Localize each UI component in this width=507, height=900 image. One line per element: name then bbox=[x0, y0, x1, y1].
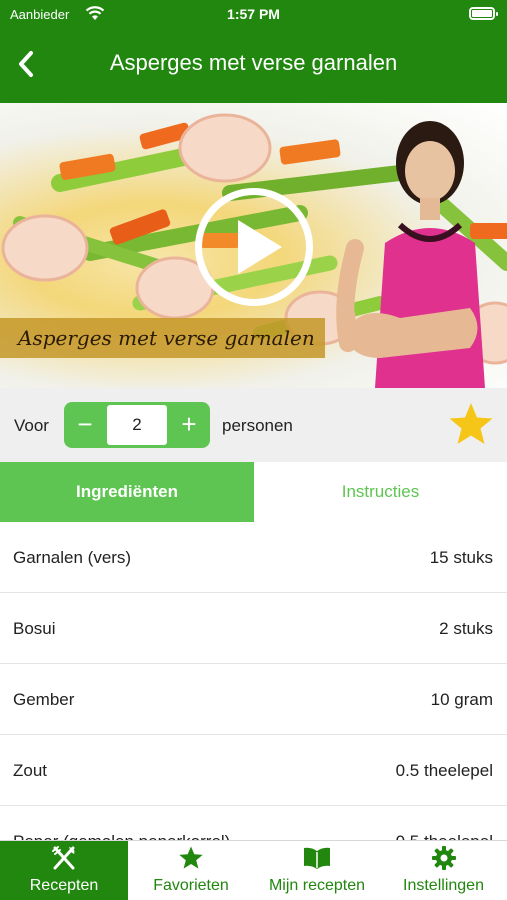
tabbar-label: Recepten bbox=[29, 877, 99, 894]
status-bar: Aanbieder 1:57 PM bbox=[0, 0, 507, 30]
play-icon bbox=[238, 220, 282, 274]
video-caption: Asperges met verse garnalen bbox=[0, 318, 325, 358]
tabbar-item-instellingen[interactable]: Instellingen bbox=[380, 841, 507, 900]
recipe-video-thumbnail[interactable]: Asperges met verse garnalen bbox=[0, 103, 507, 388]
tabbar-item-recepten[interactable]: Recepten bbox=[0, 841, 128, 900]
play-button[interactable] bbox=[195, 188, 313, 306]
servings-suffix: personen bbox=[222, 416, 293, 435]
ingredient-quantity: 0.5 theelepel bbox=[396, 832, 493, 840]
status-time: 1:57 PM bbox=[227, 6, 280, 22]
list-item: Garnalen (vers) 15 stuks bbox=[0, 522, 507, 593]
favorite-star-icon[interactable] bbox=[447, 400, 495, 448]
list-item: Zout 0.5 theelepel bbox=[0, 735, 507, 806]
fork-knife-icon bbox=[52, 846, 75, 870]
bottom-tab-bar: Recepten Favorieten Mijn recepten Instel… bbox=[0, 840, 507, 900]
ingredient-quantity: 10 gram bbox=[430, 690, 493, 709]
tab-ingredients[interactable]: Ingrediënten bbox=[0, 462, 254, 522]
navigation-bar: Asperges met verse garnalen bbox=[0, 30, 507, 103]
decrease-servings-button[interactable]: − bbox=[64, 402, 106, 448]
ingredient-name: Zout bbox=[13, 761, 48, 780]
ingredient-list[interactable]: Garnalen (vers) 15 stuks Bosui 2 stuks G… bbox=[0, 522, 507, 840]
page-title: Asperges met verse garnalen bbox=[109, 50, 398, 75]
star-icon bbox=[179, 846, 203, 869]
tabbar-item-mijn-recepten[interactable]: Mijn recepten bbox=[254, 841, 380, 900]
tabbar-label: Instellingen bbox=[403, 877, 484, 894]
servings-prefix: Voor bbox=[14, 416, 49, 435]
back-button[interactable] bbox=[10, 48, 42, 80]
ingredient-quantity: 0.5 theelepel bbox=[395, 761, 493, 780]
tabbar-item-favorieten[interactable]: Favorieten bbox=[128, 841, 254, 900]
servings-row: Voor − 2 + personen bbox=[0, 388, 507, 462]
gear-icon bbox=[431, 846, 456, 870]
tabbar-label: Mijn recepten bbox=[268, 877, 366, 894]
recipe-tabs: Ingrediënten Instructies bbox=[0, 462, 507, 522]
ingredient-name: Gember bbox=[13, 690, 75, 709]
book-icon bbox=[304, 847, 330, 869]
ingredient-name: Garnalen (vers) bbox=[13, 548, 132, 567]
servings-stepper: − 2 + bbox=[64, 402, 210, 448]
ingredient-name: Peper (gemalen peperkorrel) bbox=[13, 832, 230, 840]
list-item: Gember 10 gram bbox=[0, 664, 507, 735]
tabbar-label: Favorieten bbox=[153, 877, 229, 894]
list-item: Bosui 2 stuks bbox=[0, 593, 507, 664]
top-header: Aanbieder 1:57 PM Asperges met verse gar… bbox=[0, 0, 507, 103]
chevron-left-icon bbox=[19, 51, 33, 77]
servings-value: 2 bbox=[107, 405, 167, 445]
ingredient-quantity: 2 stuks bbox=[439, 619, 493, 638]
ingredient-name: Bosui bbox=[13, 619, 56, 638]
battery-icon bbox=[469, 7, 498, 20]
increase-servings-button[interactable]: + bbox=[168, 402, 210, 448]
ingredient-quantity: 15 stuks bbox=[429, 548, 493, 567]
list-item: Peper (gemalen peperkorrel) 0.5 theelepe… bbox=[0, 806, 507, 840]
tab-instructions[interactable]: Instructies bbox=[254, 462, 507, 522]
